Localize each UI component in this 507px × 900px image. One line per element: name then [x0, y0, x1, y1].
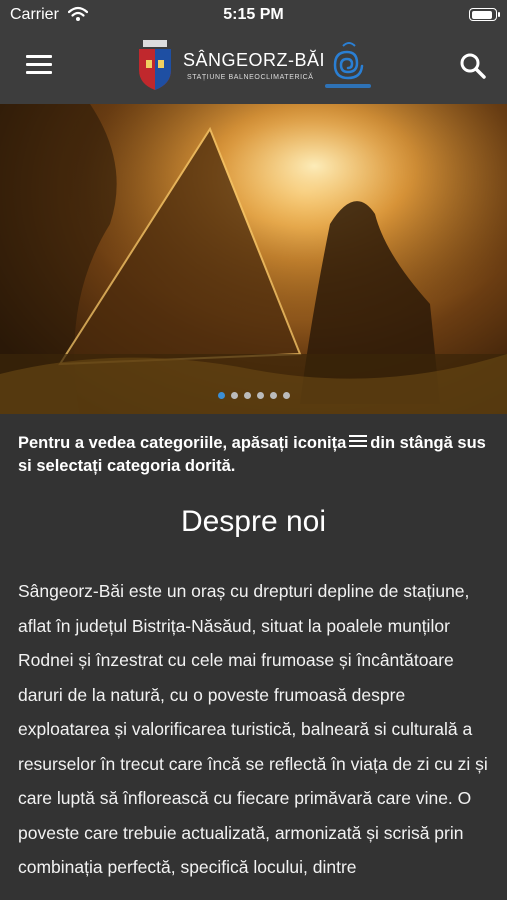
clock: 5:15 PM	[223, 6, 284, 23]
brand-subtitle: STAȚIUNE BALNEOCLIMATERICĂ	[187, 74, 314, 81]
brand-title: SÂNGEORZ-BĂI	[183, 50, 326, 70]
carousel-dot[interactable]	[282, 392, 290, 399]
inline-menu-icon	[349, 435, 368, 448]
status-bar: Carrier 5:15 PM	[0, 0, 507, 30]
carousel-dot[interactable]	[230, 392, 238, 399]
instructions-before: Pentru a vedea categoriile, apăsați icon…	[18, 434, 347, 452]
hero-carousel[interactable]	[0, 104, 507, 414]
spiral-logo-icon	[325, 42, 371, 88]
carousel-dots	[0, 392, 507, 399]
carousel-dot[interactable]	[256, 392, 264, 399]
hero-image	[0, 104, 507, 414]
brand-logo: SÂNGEORZ-BĂI STAȚIUNE BALNEOCLIMATERICĂ	[137, 38, 377, 96]
crest-icon	[139, 40, 171, 90]
instructions-text: Pentru a vedea categoriile, apăsați icon…	[18, 432, 488, 478]
carousel-dot[interactable]	[243, 392, 251, 399]
about-title: Despre noi	[180, 505, 327, 538]
carousel-dot[interactable]	[217, 392, 225, 399]
carousel-dot[interactable]	[269, 392, 277, 399]
app-header: SÂNGEORZ-BĂI STAȚIUNE BALNEOCLIMATERICĂ	[0, 30, 507, 104]
menu-icon[interactable]	[26, 55, 52, 75]
battery-icon	[469, 8, 500, 21]
about-body: Sângeorz-Băi este un oraș cu drepturi de…	[18, 581, 488, 877]
search-icon[interactable]	[459, 52, 487, 85]
